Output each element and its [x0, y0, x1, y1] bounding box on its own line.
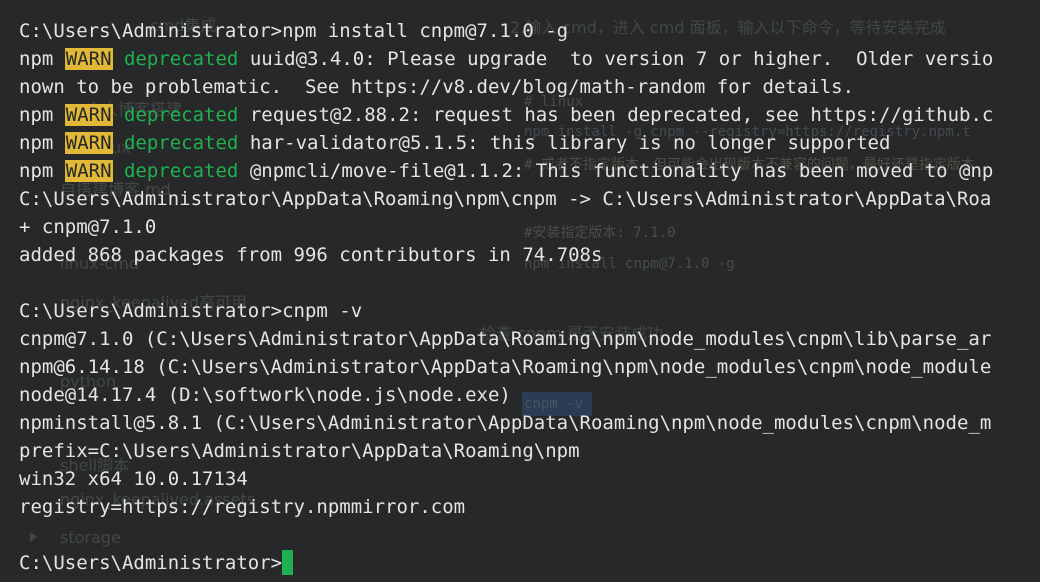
deprecated-label: deprecated [112, 160, 239, 182]
terminal-line: C:\Users\Administrator\AppData\Roaming\n… [19, 188, 992, 210]
terminal-line: C:\Users\Administrator>npm install cnpm@… [19, 20, 569, 42]
terminal-line: nown to be problematic. See https://v8.d… [19, 76, 855, 98]
terminal-line: node@14.17.4 (D:\softwork\node.js\node.e… [19, 384, 511, 406]
npm-prefix: npm [19, 132, 65, 154]
terminal-line: npminstall@5.8.1 (C:\Users\Administrator… [19, 412, 992, 434]
terminal-line: npm WARN deprecated har-validator@5.1.5:… [19, 129, 1040, 157]
terminal-line: npm WARN deprecated request@2.88.2: requ… [19, 101, 1040, 129]
warning-message: @npmcli/move-file@1.1.2: This functional… [238, 160, 994, 182]
terminal-line: registry=https://registry.npmmirror.com [19, 496, 466, 518]
terminal-line: prefix=C:\Users\Administrator\AppData\Ro… [19, 440, 580, 462]
warning-message: har-validator@5.1.5: this library is no … [238, 132, 891, 154]
warning-message: request@2.88.2: request has been depreca… [238, 104, 994, 126]
warning-message: uuid@3.4.0: Please upgrade to version 7 … [238, 48, 994, 70]
terminal-line: C:\Users\Administrator>cnpm -v [19, 300, 363, 322]
terminal-line: npm@6.14.18 (C:\Users\Administrator\AppD… [19, 356, 992, 378]
terminal-line: npm WARN deprecated uuid@3.4.0: Please u… [19, 45, 1040, 73]
warn-badge: WARN [64, 48, 113, 70]
terminal-output[interactable]: C:\Users\Administrator>npm install cnpm@… [19, 17, 1040, 582]
warn-badge: WARN [64, 160, 113, 182]
deprecated-label: deprecated [112, 48, 239, 70]
text-cursor[interactable] [282, 550, 294, 575]
terminal-line: + cnpm@7.1.0 [19, 216, 157, 238]
terminal-prompt-line[interactable]: C:\Users\Administrator> [19, 549, 1040, 577]
terminal-line: cnpm@7.1.0 (C:\Users\Administrator\AppDa… [19, 328, 992, 350]
terminal-line: added 868 packages from 996 contributors… [19, 244, 603, 266]
terminal-line: win32 x64 10.0.17134 [19, 468, 248, 490]
npm-prefix: npm [19, 160, 65, 182]
warn-badge: WARN [64, 104, 113, 126]
deprecated-label: deprecated [112, 132, 239, 154]
npm-prefix: npm [19, 104, 65, 126]
npm-prefix: npm [19, 48, 65, 70]
terminal-line: npm WARN deprecated @npmcli/move-file@1.… [19, 157, 1040, 185]
command-prompt: C:\Users\Administrator> [19, 552, 283, 574]
warn-badge: WARN [64, 132, 113, 154]
deprecated-label: deprecated [112, 104, 239, 126]
